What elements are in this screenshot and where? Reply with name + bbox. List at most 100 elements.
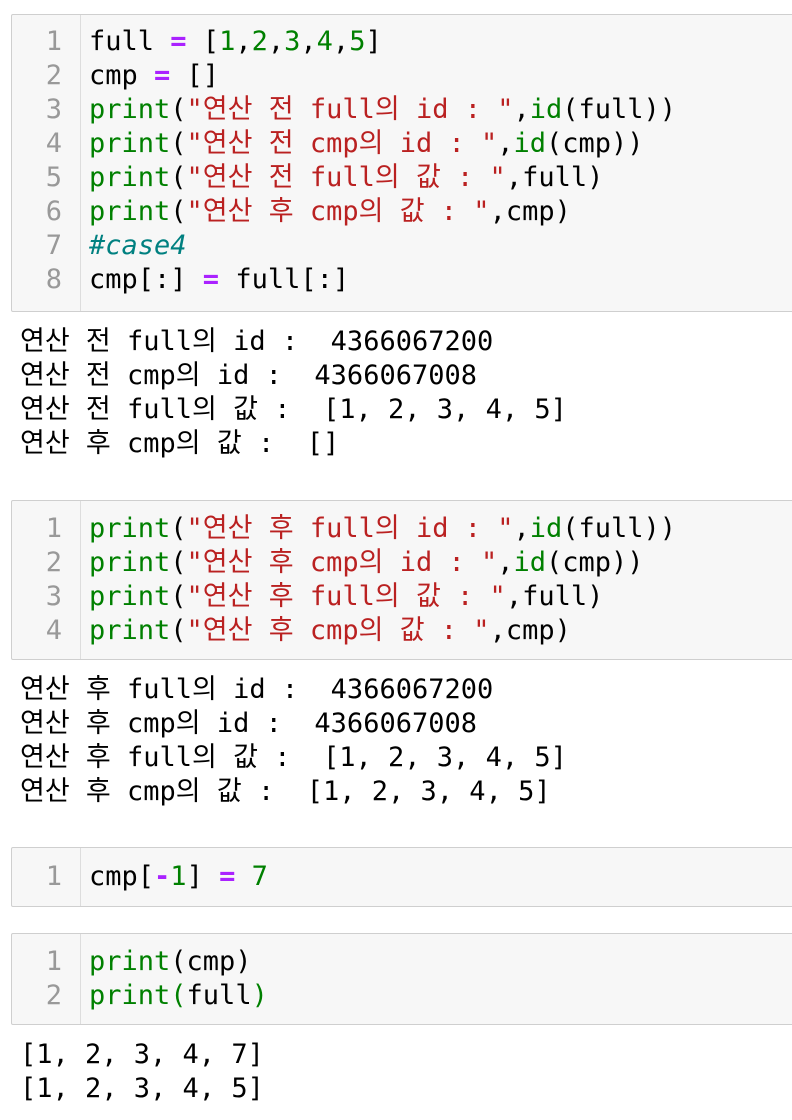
output-line: 연산 전 full의 id : 4366067200 (20, 326, 494, 357)
code-token: id (529, 513, 563, 544)
line-number: 7 (45, 230, 62, 261)
code-line: 2 cmp = [] (12, 59, 792, 93)
code-token: print (89, 547, 171, 578)
code-line: 1 print(cmp) (12, 945, 792, 979)
output-line: 연산 전 full의 값 : [1, 2, 3, 4, 5] (20, 394, 567, 425)
code-token: 2 (251, 26, 268, 57)
code-token: ,full) (505, 162, 604, 193)
code-text: print("연산 후 full의 id : ",id(full)) (89, 512, 676, 546)
code-token: ( (170, 615, 187, 646)
code-token: id (513, 128, 547, 159)
code-token: = (219, 861, 236, 892)
code-token: "연산 전 full의 id : " (186, 94, 514, 125)
code-line: 7 #case4 (12, 229, 792, 263)
code-token: [] (170, 60, 220, 91)
code-token: ( (170, 162, 187, 193)
code-text: full = [1,2,3,4,5] (89, 25, 382, 59)
line-number: 5 (45, 162, 62, 193)
code-token: print (89, 94, 171, 125)
code-token: , (332, 26, 350, 57)
code-token: = (170, 26, 187, 57)
code-cell-2[interactable]: 1 print("연산 후 full의 id : ",id(full)) 2 pri… (11, 500, 792, 660)
code-token: ,cmp) (489, 196, 571, 227)
code-token: , (267, 26, 285, 57)
code-token: (cmp) (170, 946, 252, 977)
line-number: 8 (45, 264, 62, 295)
code-text: print(full) (89, 979, 268, 1013)
code-cell-4[interactable]: 1 print(cmp) 2 print(full) (11, 933, 792, 1025)
code-token: cmp (89, 60, 155, 91)
code-token: full[:] (219, 264, 350, 295)
code-token: print (89, 980, 171, 1011)
code-token: "연산 후 cmp의 id : " (186, 547, 498, 578)
code-token: "연산 전 cmp의 id : " (186, 128, 498, 159)
line-number: 1 (45, 513, 62, 544)
code-token: ( (170, 513, 187, 544)
code-line: 1 cmp[-1] = 7 (12, 860, 792, 894)
code-token: "연산 후 full의 값 : " (186, 581, 506, 612)
code-token: 3 (284, 26, 301, 57)
code-text: print("연산 전 cmp의 id : ",id(cmp)) (89, 127, 644, 161)
code-token: ,full) (505, 581, 604, 612)
code-text: print("연산 후 cmp의 id : ",id(cmp)) (89, 546, 644, 580)
code-token: print (89, 513, 171, 544)
code-token: "연산 전 full의 값 : " (186, 162, 506, 193)
code-token: full (89, 26, 171, 57)
output-line: 연산 후 cmp의 값 : [] (20, 428, 340, 459)
line-number: 2 (45, 980, 62, 1011)
code-token: ( (170, 581, 187, 612)
code-token: = (202, 264, 220, 295)
code-token: ( (170, 547, 187, 578)
code-token: ] (186, 861, 220, 892)
code-text: print("연산 전 full의 값 : ",full) (89, 161, 603, 195)
code-line: 3 print("연산 후 full의 값 : ",full) (12, 580, 792, 614)
output-line: [1, 2, 3, 4, 7] (20, 1039, 264, 1070)
code-token: , (497, 128, 514, 159)
code-token: , (300, 26, 317, 57)
line-number: 3 (45, 94, 62, 125)
code-text: cmp[:] = full[:] (89, 263, 349, 297)
code-token: id (513, 547, 547, 578)
code-line: 2 print("연산 후 cmp의 id : ",id(cmp)) (12, 546, 792, 580)
code-token: - (154, 861, 171, 892)
code-token: "연산 후 cmp의 값 : " (186, 196, 490, 227)
code-token: "연산 후 cmp의 값 : " (186, 615, 490, 646)
output-line: 연산 후 cmp의 값 : [1, 2, 3, 4, 5] (20, 776, 551, 807)
code-token: ] (365, 26, 382, 57)
code-token: cmp[ (89, 861, 155, 892)
line-number: 2 (45, 60, 62, 91)
code-token: = (154, 60, 171, 91)
line-number: 2 (45, 547, 62, 578)
code-text: print("연산 후 cmp의 값 : ",cmp) (89, 195, 571, 229)
line-number: 1 (45, 26, 62, 57)
line-number: 3 (45, 581, 62, 612)
code-token: , (513, 94, 530, 125)
code-text: #case4 (89, 229, 187, 263)
code-token: ( (170, 128, 187, 159)
line-number: 4 (45, 615, 62, 646)
code-line: 5 print("연산 전 full의 값 : ",full) (12, 161, 792, 195)
code-text: cmp[-1] = 7 (89, 860, 268, 894)
code-token: (full)) (562, 513, 677, 544)
code-text: print("연산 후 cmp의 값 : ",cmp) (89, 614, 571, 648)
code-token: #case4 (89, 230, 187, 261)
code-text: print(cmp) (89, 945, 252, 979)
code-text: print("연산 후 full의 값 : ",full) (89, 580, 603, 614)
code-token: , (497, 547, 514, 578)
code-cell-3[interactable]: 1 cmp[-1] = 7 (11, 847, 792, 907)
code-token: 1 (170, 861, 187, 892)
code-cell-1[interactable]: 1 full = [1,2,3,4,5] 2 cmp = [] 3 print("연산… (11, 14, 792, 312)
output-line: 연산 후 full의 id : 4366067200 (20, 674, 494, 705)
code-token: (cmp)) (546, 128, 644, 159)
code-text: print("연산 전 full의 id : ",id(full)) (89, 93, 676, 127)
code-token: 7 (251, 861, 268, 892)
output-line: 연산 후 full의 값 : [1, 2, 3, 4, 5] (20, 742, 567, 773)
code-token: , (235, 26, 252, 57)
code-line: 4 print("연산 후 cmp의 값 : ",cmp) (12, 614, 792, 648)
code-token: 4 (316, 26, 333, 57)
code-token: (cmp)) (546, 547, 644, 578)
code-token: ( (170, 980, 187, 1011)
code-token: ,cmp) (489, 615, 571, 646)
code-token: print (89, 128, 171, 159)
code-token: [ (186, 26, 220, 57)
